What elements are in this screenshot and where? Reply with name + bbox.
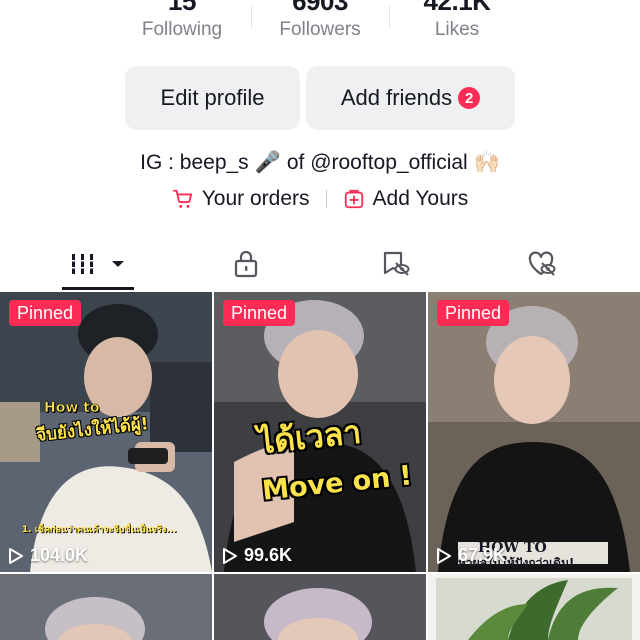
microphone-icon: 🎤 [254, 151, 281, 174]
video-thumbnail-image [0, 574, 212, 640]
profile-bio: IG : beep_s 🎤 of @rooftop_official 🙌🏻 [0, 148, 640, 178]
followers-count: 6903 [292, 0, 348, 16]
notification-badge: 2 [458, 87, 481, 109]
video-thumbnail[interactable] [214, 574, 426, 640]
edit-profile-button[interactable]: Edit profile [125, 66, 300, 130]
video-thumbnail[interactable] [0, 574, 212, 640]
chevron-down-icon[interactable] [110, 259, 126, 269]
video-caption-top: ได้เวลา [256, 412, 364, 462]
view-count-value: 67.9K [458, 545, 507, 565]
followers-label: Followers [279, 19, 361, 40]
video-thumbnail-image [428, 574, 640, 640]
video-caption-top: How to [44, 400, 100, 417]
add-yours-link[interactable]: Add Yours [343, 184, 469, 214]
tab-reposts[interactable] [366, 240, 426, 288]
profile-links: Your orders Add Yours [0, 184, 640, 214]
edit-profile-label: Edit profile [160, 85, 265, 110]
add-friends-button[interactable]: Add friends 2 [306, 66, 515, 130]
video-caption-bottom: 1. เช็คก่อนว่าคนเค้าจะจีบชื่นเป็นจริง... [22, 525, 177, 535]
video-grid: How to จีบยังไงให้ได้ผู้! 1. เช็คก่อนว่า… [0, 292, 640, 640]
your-orders-label: Your orders [201, 187, 310, 210]
tab-liked[interactable] [512, 240, 572, 288]
video-thumbnail[interactable]: ได้เวลา Move on ! Pinned 99.6K [214, 292, 426, 572]
hidden-repost-icon [383, 251, 410, 276]
pinned-badge: Pinned [223, 300, 296, 326]
view-count-value: 99.6K [244, 545, 293, 565]
video-thumbnail[interactable] [428, 574, 640, 640]
following-label: Following [141, 19, 223, 40]
view-count: 99.6K [222, 545, 292, 566]
lock-icon [234, 250, 258, 278]
view-count: 104.0K [8, 545, 88, 566]
video-thumbnail[interactable]: How to จีบยังไงให้ได้ผู้! 1. เช็คก่อนว่า… [0, 292, 212, 572]
likes-label: Likes [434, 19, 480, 40]
pinned-badge: Pinned [437, 300, 510, 326]
view-count: 67.9K [436, 545, 506, 566]
following-stat[interactable]: 15 Following [102, 0, 262, 42]
play-icon [9, 547, 23, 564]
profile-stats: 15 Following 6903 Followers 42.1K Likes [0, 0, 640, 50]
likes-stat[interactable]: 42.1K Likes [377, 0, 537, 42]
play-icon [223, 547, 237, 564]
grid-icon [72, 253, 93, 274]
bio-suffix[interactable]: of @rooftop_official [287, 148, 468, 178]
raised-hands-icon: 🙌🏻 [473, 151, 500, 174]
video-thumbnail-image [428, 292, 640, 572]
pinned-badge: Pinned [9, 300, 82, 326]
tab-videos[interactable] [62, 240, 134, 290]
video-thumbnail-image [214, 574, 426, 640]
profile-tabs [0, 240, 640, 290]
bio-prefix: IG : beep_s [140, 151, 249, 174]
view-count-value: 104.0K [30, 545, 89, 565]
link-divider [325, 190, 327, 208]
add-friends-label: Add friends [340, 85, 453, 110]
hidden-liked-icon [528, 251, 556, 276]
play-icon [437, 547, 451, 564]
tab-private[interactable] [216, 240, 276, 288]
video-thumbnail[interactable]: HOW TO หาผลในให้ปังกว่าเดิม! Pinned 67.9… [428, 292, 640, 572]
your-orders-link[interactable]: Your orders [172, 184, 310, 214]
shopping-cart-icon [172, 189, 192, 208]
likes-count: 42.1K [423, 0, 491, 16]
add-yours-label: Add Yours [372, 187, 469, 210]
following-count: 15 [168, 0, 196, 16]
add-yours-icon [344, 189, 363, 209]
followers-stat[interactable]: 6903 Followers [240, 0, 400, 42]
